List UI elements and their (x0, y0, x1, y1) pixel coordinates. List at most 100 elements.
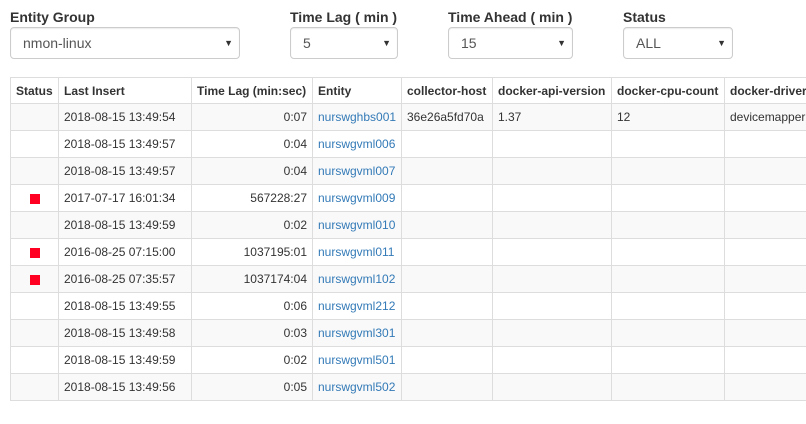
docker-driver-cell (724, 157, 806, 185)
time-lag-cell: 1037195:01 (191, 238, 313, 266)
time-lag-cell: 567228:27 (191, 184, 313, 212)
chevron-down-icon: ▼ (717, 38, 726, 48)
column-header-docker-cpu-count[interactable]: docker-cpu-count (611, 77, 725, 104)
collector-host-cell (401, 184, 493, 212)
time-lag-cell: 0:02 (191, 346, 313, 374)
column-header-status[interactable]: Status (10, 77, 59, 104)
status-cell (10, 157, 59, 185)
last-insert-cell: 2017-07-17 16:01:34 (58, 184, 192, 212)
entity-table: Status Last Insert Time Lag (min:sec) En… (10, 77, 806, 401)
docker-api-version-cell (492, 373, 612, 401)
last-insert-cell: 2018-08-15 13:49:59 (58, 346, 192, 374)
entity-link[interactable]: nurswgvml102 (318, 272, 395, 286)
table-row: 2018-08-15 13:49:59 0:02 nurswgvml010 (10, 211, 806, 239)
docker-api-version-cell (492, 319, 612, 347)
entity-link[interactable]: nurswgvml010 (318, 218, 395, 232)
table-row: 2018-08-15 13:49:57 0:04 nurswgvml006 (10, 130, 806, 158)
status-cell (10, 184, 59, 212)
table-row: 2018-08-15 13:49:56 0:05 nurswgvml502 (10, 373, 806, 401)
collector-host-cell (401, 238, 493, 266)
entity-cell: nurswgvml007 (312, 157, 402, 185)
entity-link[interactable]: nurswgvml006 (318, 137, 395, 151)
docker-driver-cell: devicemapper (724, 103, 806, 131)
docker-cpu-count-cell (611, 130, 725, 158)
docker-cpu-count-cell (611, 319, 725, 347)
collector-host-cell (401, 346, 493, 374)
time-lag-cell: 0:02 (191, 211, 313, 239)
table-row: 2017-07-17 16:01:34 567228:27 nurswgvml009 (10, 184, 806, 212)
status-label: Status (623, 9, 666, 25)
status-cell (10, 211, 59, 239)
status-cell (10, 265, 59, 293)
docker-cpu-count-cell (611, 211, 725, 239)
entity-link[interactable]: nurswgvml301 (318, 326, 395, 340)
collector-host-cell (401, 373, 493, 401)
entity-cell: nurswgvml212 (312, 292, 402, 320)
last-insert-cell: 2018-08-15 13:49:57 (58, 130, 192, 158)
chevron-down-icon: ▼ (557, 38, 566, 48)
status-cell (10, 130, 59, 158)
docker-api-version-cell (492, 346, 612, 374)
table-header-row: Status Last Insert Time Lag (min:sec) En… (10, 77, 806, 104)
time-ahead-label: Time Ahead ( min ) (448, 9, 573, 25)
status-select[interactable]: ALL ▼ (623, 27, 733, 59)
last-insert-cell: 2016-08-25 07:35:57 (58, 265, 192, 293)
docker-driver-cell (724, 184, 806, 212)
collector-host-cell (401, 211, 493, 239)
docker-cpu-count-cell (611, 265, 725, 293)
column-header-time-lag[interactable]: Time Lag (min:sec) (191, 77, 313, 104)
entity-cell: nurswgvml010 (312, 211, 402, 239)
docker-api-version-cell (492, 265, 612, 293)
time-lag-value: 5 (303, 35, 311, 51)
time-ahead-select[interactable]: 15 ▼ (448, 27, 573, 59)
column-header-last-insert[interactable]: Last Insert (58, 77, 192, 104)
entity-link[interactable]: nurswgvml501 (318, 353, 395, 367)
docker-cpu-count-cell (611, 373, 725, 401)
table-row: 2016-08-25 07:15:00 1037195:01 nurswgvml01… (10, 238, 806, 266)
collector-host-cell (401, 319, 493, 347)
docker-api-version-cell (492, 184, 612, 212)
entity-link[interactable]: nurswgvml009 (318, 191, 395, 205)
entity-cell: nurswgvml009 (312, 184, 402, 212)
alert-status-icon (29, 274, 40, 285)
column-header-docker-api-version[interactable]: docker-api-version (492, 77, 612, 104)
docker-api-version-cell (492, 211, 612, 239)
time-lag-cell: 0:04 (191, 130, 313, 158)
entity-link[interactable]: nurswgvml502 (318, 380, 395, 394)
last-insert-cell: 2018-08-15 13:49:57 (58, 157, 192, 185)
table-row: 2018-08-15 13:49:55 0:06 nurswgvml212 (10, 292, 806, 320)
entity-group-select[interactable]: nmon-linux ▼ (10, 27, 240, 59)
status-cell (10, 319, 59, 347)
entity-link[interactable]: nurswgvml007 (318, 164, 395, 178)
last-insert-cell: 2018-08-15 13:49:54 (58, 103, 192, 131)
collector-host-cell (401, 157, 493, 185)
collector-host-cell (401, 265, 493, 293)
time-lag-cell: 1037174:04 (191, 265, 313, 293)
time-lag-label: Time Lag ( min ) (290, 9, 398, 25)
docker-api-version-cell (492, 157, 612, 185)
column-header-docker-driver[interactable]: docker-driver (724, 77, 806, 104)
table-row: 2018-08-15 13:49:58 0:03 nurswgvml301 (10, 319, 806, 347)
docker-driver-cell (724, 130, 806, 158)
table-row: 2018-08-15 13:49:59 0:02 nurswgvml501 (10, 346, 806, 374)
collector-host-cell (401, 130, 493, 158)
docker-driver-cell (724, 265, 806, 293)
entity-link[interactable]: nurswgvml212 (318, 299, 395, 313)
entity-cell: nurswgvml011 (312, 238, 402, 266)
status-value: ALL (636, 35, 661, 51)
entity-link[interactable]: nurswgvml011 (318, 245, 394, 259)
docker-cpu-count-cell: 12 (611, 103, 725, 131)
time-lag-select[interactable]: 5 ▼ (290, 27, 398, 59)
docker-driver-cell (724, 292, 806, 320)
time-ahead-value: 15 (461, 35, 477, 51)
column-header-collector-host[interactable]: collector-host (401, 77, 493, 104)
table-row: 2018-08-15 13:49:57 0:04 nurswgvml007 (10, 157, 806, 185)
docker-cpu-count-cell (611, 346, 725, 374)
docker-api-version-cell (492, 292, 612, 320)
table-row: 2018-08-15 13:49:54 0:07 nurswghbs001 36e26… (10, 103, 806, 131)
column-header-entity[interactable]: Entity (312, 77, 402, 104)
entity-cell: nurswgvml301 (312, 319, 402, 347)
entity-cell: nurswgvml501 (312, 346, 402, 374)
collector-host-cell (401, 292, 493, 320)
entity-link[interactable]: nurswghbs001 (318, 110, 396, 124)
